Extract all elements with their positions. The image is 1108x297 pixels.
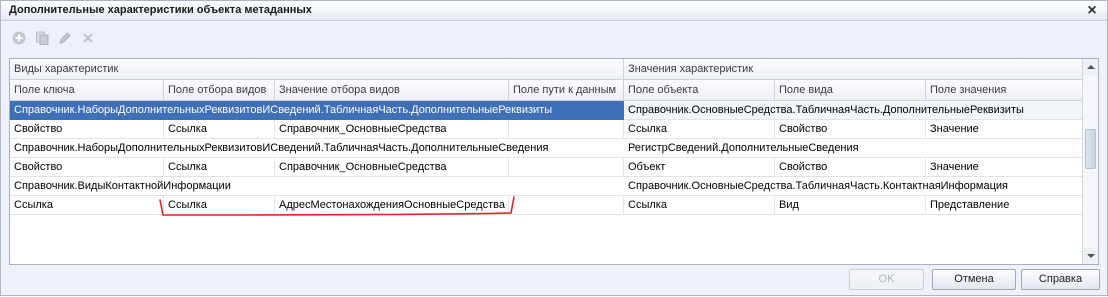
row-values-span[interactable]: Справочник.ОсновныеСредства.ТабличнаяЧас… <box>624 177 1083 196</box>
scroll-down-button[interactable] <box>1083 248 1098 264</box>
col-data-path[interactable]: Поле пути к данным <box>509 80 624 101</box>
scroll-thumb[interactable] <box>1085 129 1096 169</box>
cell-filter-field[interactable]: Ссылка <box>164 158 275 177</box>
add-icon <box>12 31 26 45</box>
cancel-button[interactable]: Отмена <box>932 269 1016 290</box>
cell-key-field[interactable]: Свойство <box>10 120 164 139</box>
cell-data-path[interactable] <box>509 120 624 139</box>
metadata-characteristics-dialog: Дополнительные характеристики объекта ме… <box>0 0 1108 296</box>
cell-value-field[interactable]: Значение <box>926 158 1083 177</box>
row-kinds-span[interactable]: Справочник.НаборыДополнительныхРеквизито… <box>10 139 624 158</box>
cell-kind-field[interactable]: Свойство <box>775 120 926 139</box>
delete-icon <box>83 33 93 43</box>
vertical-scrollbar[interactable] <box>1082 59 1098 264</box>
toolbar <box>9 28 98 50</box>
help-button[interactable]: Справка <box>1021 269 1100 290</box>
scroll-up-button[interactable] <box>1083 59 1098 75</box>
cell-filter-field[interactable]: Ссылка <box>164 196 275 215</box>
row-values-span[interactable]: РегистрСведений.ДополнительныеСведения <box>624 139 1083 158</box>
col-key-field[interactable]: Поле ключа <box>10 80 164 101</box>
cell-data-path[interactable] <box>509 158 624 177</box>
row-kinds-span[interactable]: Справочник.ВидыКонтактнойИнформации <box>10 177 624 196</box>
window-title: Дополнительные характеристики объекта ме… <box>9 4 312 16</box>
row-kinds-span[interactable]: Справочник.НаборыДополнительныхРеквизито… <box>10 101 624 120</box>
cell-filter-value[interactable]: Справочник_ОсновныеСредства <box>275 158 509 177</box>
characteristics-table[interactable]: Виды характеристик Значения характеристи… <box>9 58 1099 265</box>
cell-kind-field[interactable]: Свойство <box>775 158 926 177</box>
cell-value-field[interactable]: Представление <box>926 196 1083 215</box>
add-button[interactable] <box>9 28 29 48</box>
cell-value-field[interactable]: Значение <box>926 120 1083 139</box>
close-button[interactable]: × <box>1083 2 1101 20</box>
arrow-down-icon <box>1086 254 1095 258</box>
row-values-span[interactable]: Справочник.ОсновныеСредства.ТабличнаяЧас… <box>624 101 1083 120</box>
edit-icon <box>59 32 71 44</box>
cell-key-field[interactable]: Свойство <box>10 158 164 177</box>
cell-key-field[interactable]: Ссылка <box>10 196 164 215</box>
group-header-values: Значения характеристик <box>624 59 1083 80</box>
table-row[interactable]: Справочник.ВидыКонтактнойИнформации Спра… <box>10 177 1083 196</box>
cell-object-field[interactable]: Ссылка <box>624 196 775 215</box>
copy-icon <box>36 31 49 45</box>
cell-kind-field[interactable]: Вид <box>775 196 926 215</box>
edit-button[interactable] <box>55 28 75 48</box>
delete-button[interactable] <box>78 28 98 48</box>
cell-data-path[interactable] <box>509 196 624 215</box>
table-row[interactable]: Справочник.НаборыДополнительныхРеквизито… <box>10 101 1083 120</box>
group-header-kinds: Виды характеристик <box>10 59 624 80</box>
arrow-up-icon <box>1086 65 1095 69</box>
copy-button[interactable] <box>32 28 52 48</box>
table-row[interactable]: Свойство Ссылка Справочник_ОсновныеСредс… <box>10 120 1083 139</box>
cell-object-field[interactable]: Объект <box>624 158 775 177</box>
table-row[interactable]: Ссылка Ссылка АдресМестонахожденияОсновн… <box>10 196 1083 215</box>
col-filter-value[interactable]: Значение отбора видов <box>275 80 509 101</box>
cell-object-field[interactable]: Ссылка <box>624 120 775 139</box>
table-row[interactable]: Свойство Ссылка Справочник_ОсновныеСредс… <box>10 158 1083 177</box>
col-object-field[interactable]: Поле объекта <box>624 80 775 101</box>
cell-filter-value[interactable]: АдресМестонахожденияОсновныеСредства <box>275 196 509 215</box>
ok-button[interactable]: OK <box>849 269 924 290</box>
cell-filter-field[interactable]: Ссылка <box>164 120 275 139</box>
col-value-field[interactable]: Поле значения <box>926 80 1083 101</box>
col-filter-field[interactable]: Поле отбора видов <box>164 80 275 101</box>
title-bar: Дополнительные характеристики объекта ме… <box>1 1 1107 21</box>
cell-filter-value[interactable]: Справочник_ОсновныеСредства <box>275 120 509 139</box>
col-kind-field[interactable]: Поле вида <box>775 80 926 101</box>
table-row[interactable]: Справочник.НаборыДополнительныхРеквизито… <box>10 139 1083 158</box>
